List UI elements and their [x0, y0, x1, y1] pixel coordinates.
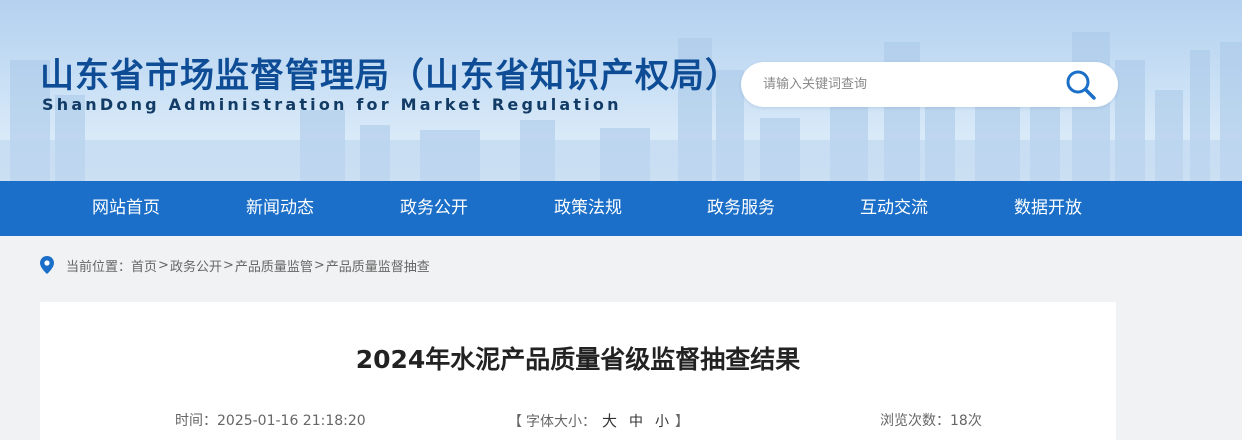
nav-item-services[interactable]: 政务服务: [664, 181, 818, 236]
nav-item-interact[interactable]: 互动交流: [817, 181, 971, 236]
main-nav: 网站首页 新闻动态 政务公开 政策法规 政务服务 互动交流 数据开放: [0, 181, 1242, 236]
font-size-bracket-open: 【: [508, 413, 522, 430]
font-size-control: 【 字体大小： 大 中 小 】: [508, 410, 689, 431]
search-button[interactable]: [1063, 67, 1099, 103]
nav-item-news[interactable]: 新闻动态: [203, 181, 357, 236]
header-banner: 山东省市场监督管理局（山东省知识产权局） ShanDong Administra…: [0, 0, 1242, 181]
search-box: [741, 62, 1118, 107]
breadcrumb-spot-check[interactable]: 产品质量监督抽查: [326, 256, 430, 275]
publish-time-label: 时间：: [175, 413, 217, 429]
search-input[interactable]: [763, 62, 1063, 107]
breadcrumb-quality-supervision[interactable]: 产品质量监管: [235, 256, 313, 275]
breadcrumb-prefix: 当前位置：: [66, 259, 132, 275]
view-count: 浏览次数：18次: [880, 410, 982, 430]
font-size-medium-button[interactable]: 中: [629, 411, 643, 431]
view-count-label: 浏览次数：: [880, 413, 950, 429]
breadcrumb-separator: >: [313, 257, 325, 273]
breadcrumb: 当前位置： 首页 > 政务公开 > 产品质量监管 > 产品质量监督抽查: [40, 254, 430, 276]
breadcrumb-gov-open[interactable]: 政务公开: [170, 256, 222, 275]
location-pin-icon: [40, 256, 54, 274]
font-size-small-button[interactable]: 小: [655, 411, 669, 431]
site-title: 山东省市场监督管理局（山东省知识产权局）: [40, 56, 740, 96]
view-count-value: 18次: [950, 413, 982, 429]
font-size-large-button[interactable]: 大: [602, 410, 617, 431]
breadcrumb-separator: >: [222, 257, 234, 273]
font-size-label: 字体大小：: [526, 413, 596, 430]
breadcrumb-home[interactable]: 首页: [131, 256, 157, 275]
publish-time: 时间：2025-01-16 21:18:20: [175, 410, 366, 430]
article-card: 2024年水泥产品质量省级监督抽查结果 时间：2025-01-16 21:18:…: [40, 302, 1116, 440]
publish-time-value: 2025-01-16 21:18:20: [217, 413, 366, 429]
nav-item-policy[interactable]: 政策法规: [511, 181, 665, 236]
nav-item-open-data[interactable]: 数据开放: [971, 181, 1125, 236]
nav-item-home[interactable]: 网站首页: [49, 181, 203, 236]
font-size-bracket-close: 】: [675, 413, 690, 430]
site-subtitle: ShanDong Administration for Market Regul…: [42, 95, 622, 114]
breadcrumb-separator: >: [158, 257, 169, 273]
nav-item-gov-open[interactable]: 政务公开: [357, 181, 511, 236]
article-title: 2024年水泥产品质量省级监督抽查结果: [355, 345, 801, 374]
search-icon: [1066, 70, 1096, 100]
